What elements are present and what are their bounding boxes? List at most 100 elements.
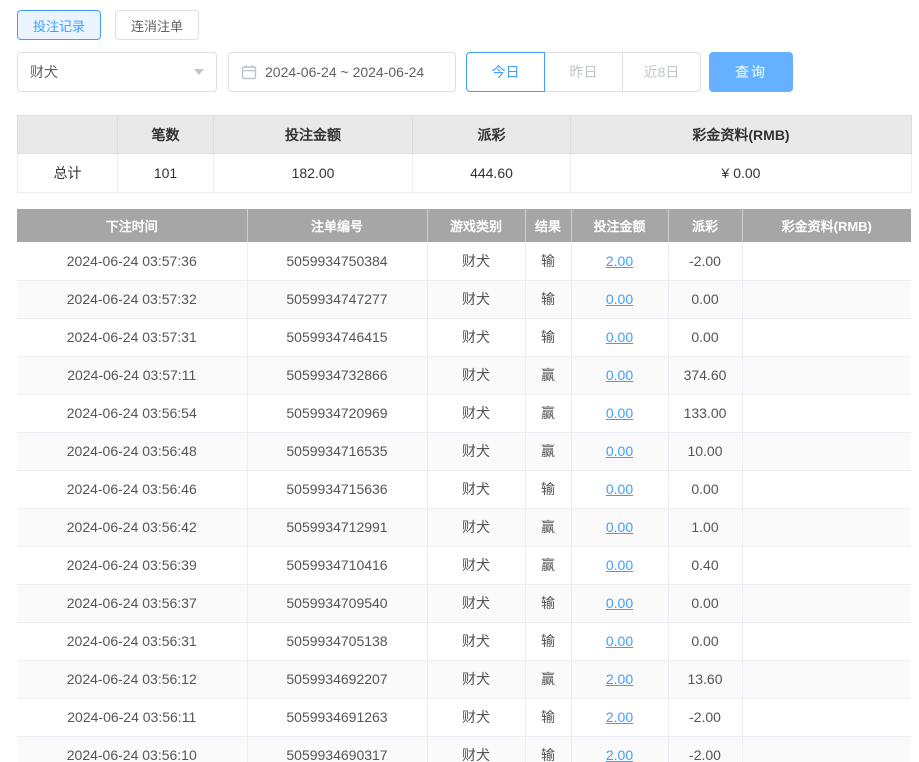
cell-result: 赢	[525, 394, 571, 432]
cell-bet-amount: 0.00	[571, 356, 668, 394]
bet-amount-link[interactable]: 0.00	[606, 595, 633, 611]
cell-payout: -2.00	[668, 698, 742, 736]
cell-bet-amount: 0.00	[571, 470, 668, 508]
cell-bet-time: 2024-06-24 03:56:31	[17, 622, 247, 660]
records-tbody: 2024-06-24 03:57:365059934750384财犬输2.00-…	[17, 242, 911, 762]
cell-bonus	[742, 698, 911, 736]
bet-amount-link[interactable]: 2.00	[606, 747, 633, 762]
cell-bet-time: 2024-06-24 03:57:32	[17, 280, 247, 318]
header-bet-amount: 投注金额	[571, 209, 668, 242]
bet-amount-link[interactable]: 0.00	[606, 633, 633, 649]
summary-header-count: 笔数	[118, 116, 214, 154]
bet-amount-link[interactable]: 0.00	[606, 291, 633, 307]
table-row: 2024-06-24 03:57:315059934746415财犬输0.000…	[17, 318, 911, 356]
cell-bonus	[742, 660, 911, 698]
calendar-icon	[241, 64, 257, 80]
cell-payout: 0.00	[668, 584, 742, 622]
game-select[interactable]: 财犬	[17, 52, 217, 92]
records-table: 下注时间 注单编号 游戏类别 结果 投注金额 派彩 彩金资料(RMB) 2024…	[17, 209, 911, 762]
today-button[interactable]: 今日	[466, 52, 545, 92]
betting-records-page: 投注记录 连消注单 财犬 2024-06-24 ~ 2024-06-24 今日 …	[0, 0, 919, 762]
cell-bonus	[742, 736, 911, 762]
bet-amount-link[interactable]: 0.00	[606, 481, 633, 497]
cell-result: 输	[525, 698, 571, 736]
cell-game-type: 财犬	[427, 660, 525, 698]
cell-result: 输	[525, 622, 571, 660]
bet-amount-link[interactable]: 0.00	[606, 405, 633, 421]
cell-payout: 0.00	[668, 280, 742, 318]
cell-bet-time: 2024-06-24 03:57:31	[17, 318, 247, 356]
cell-bet-amount: 2.00	[571, 736, 668, 762]
cell-game-type: 财犬	[427, 622, 525, 660]
bet-amount-link[interactable]: 0.00	[606, 557, 633, 573]
cell-payout: 0.00	[668, 622, 742, 660]
summary-total-bet-amount: 182.00	[214, 154, 413, 193]
cell-payout: 0.40	[668, 546, 742, 584]
cell-bonus	[742, 242, 911, 280]
table-row: 2024-06-24 03:56:485059934716535财犬赢0.001…	[17, 432, 911, 470]
cell-game-type: 财犬	[427, 432, 525, 470]
cell-bet-amount: 0.00	[571, 584, 668, 622]
table-row: 2024-06-24 03:56:125059934692207财犬赢2.001…	[17, 660, 911, 698]
cell-bet-amount: 2.00	[571, 698, 668, 736]
date-range-picker[interactable]: 2024-06-24 ~ 2024-06-24	[228, 52, 456, 92]
table-row: 2024-06-24 03:56:465059934715636财犬输0.000…	[17, 470, 911, 508]
cell-result: 赢	[525, 356, 571, 394]
table-row: 2024-06-24 03:56:395059934710416财犬赢0.000…	[17, 546, 911, 584]
cell-bet-time: 2024-06-24 03:56:42	[17, 508, 247, 546]
cell-bet-amount: 2.00	[571, 660, 668, 698]
last-8-days-button[interactable]: 近8日	[622, 52, 701, 92]
table-row: 2024-06-24 03:56:375059934709540财犬输0.000…	[17, 584, 911, 622]
cell-bet-amount: 0.00	[571, 318, 668, 356]
bet-amount-link[interactable]: 2.00	[606, 671, 633, 687]
bet-amount-link[interactable]: 0.00	[606, 519, 633, 535]
cell-game-type: 财犬	[427, 394, 525, 432]
cell-bet-amount: 0.00	[571, 394, 668, 432]
cell-bet-amount: 0.00	[571, 508, 668, 546]
tab-consecutive-cancel-orders[interactable]: 连消注单	[115, 10, 199, 40]
bet-amount-link[interactable]: 2.00	[606, 709, 633, 725]
summary-total-row: 总计 101 182.00 444.60 ¥ 0.00	[18, 154, 912, 193]
cell-bonus	[742, 546, 911, 584]
cell-bonus	[742, 318, 911, 356]
header-bet-time: 下注时间	[17, 209, 247, 242]
cell-bet-amount: 0.00	[571, 622, 668, 660]
chevron-down-icon	[194, 69, 204, 75]
header-game-type: 游戏类别	[427, 209, 525, 242]
search-button[interactable]: 查询	[709, 52, 793, 92]
cell-bonus	[742, 280, 911, 318]
date-range-value: 2024-06-24 ~ 2024-06-24	[265, 64, 424, 80]
cell-result: 输	[525, 242, 571, 280]
cell-game-type: 财犬	[427, 318, 525, 356]
cell-result: 输	[525, 736, 571, 762]
cell-payout: 133.00	[668, 394, 742, 432]
cell-payout: 10.00	[668, 432, 742, 470]
tab-betting-records[interactable]: 投注记录	[17, 10, 101, 40]
yesterday-button[interactable]: 昨日	[544, 52, 623, 92]
records-header-row: 下注时间 注单编号 游戏类别 结果 投注金额 派彩 彩金资料(RMB)	[17, 209, 911, 242]
bet-amount-link[interactable]: 0.00	[606, 329, 633, 345]
bet-amount-link[interactable]: 2.00	[606, 253, 633, 269]
cell-result: 输	[525, 318, 571, 356]
summary-header-row: 笔数 投注金额 派彩 彩金资料(RMB)	[18, 116, 912, 154]
table-row: 2024-06-24 03:57:365059934750384财犬输2.00-…	[17, 242, 911, 280]
cell-order-id: 5059934692207	[247, 660, 427, 698]
cell-bonus	[742, 508, 911, 546]
table-row: 2024-06-24 03:56:315059934705138财犬输0.000…	[17, 622, 911, 660]
table-row: 2024-06-24 03:56:425059934712991财犬赢0.001…	[17, 508, 911, 546]
cell-bonus	[742, 394, 911, 432]
cell-bet-time: 2024-06-24 03:56:10	[17, 736, 247, 762]
cell-bet-amount: 0.00	[571, 280, 668, 318]
cell-bet-time: 2024-06-24 03:56:46	[17, 470, 247, 508]
cell-result: 输	[525, 470, 571, 508]
cell-order-id: 5059934690317	[247, 736, 427, 762]
cell-result: 赢	[525, 508, 571, 546]
quick-date-button-group: 今日 昨日 近8日	[466, 52, 701, 92]
bet-amount-link[interactable]: 0.00	[606, 443, 633, 459]
cell-order-id: 5059934691263	[247, 698, 427, 736]
summary-total-count: 101	[118, 154, 214, 193]
cell-game-type: 财犬	[427, 546, 525, 584]
cell-bet-time: 2024-06-24 03:56:11	[17, 698, 247, 736]
cell-payout: -2.00	[668, 736, 742, 762]
bet-amount-link[interactable]: 0.00	[606, 367, 633, 383]
